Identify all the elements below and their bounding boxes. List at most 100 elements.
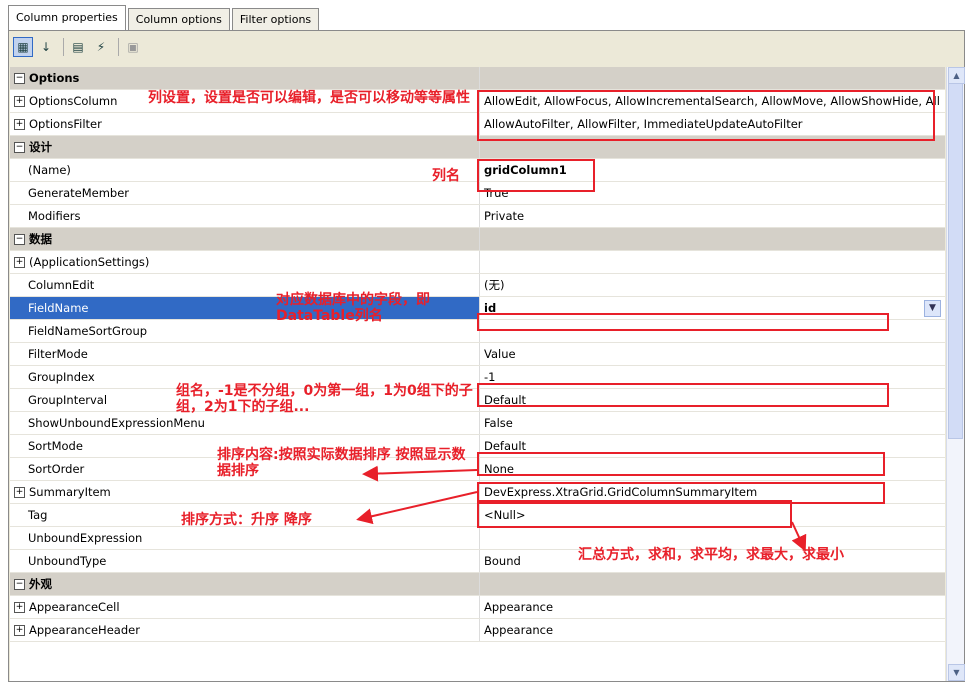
property-value[interactable]: Private <box>481 205 945 227</box>
expand-icon[interactable]: + <box>14 487 25 498</box>
scroll-thumb[interactable] <box>948 83 963 439</box>
expand-icon[interactable]: + <box>14 119 25 130</box>
property-row[interactable]: GenerateMember True <box>10 182 945 205</box>
tab-strip: Column properties Column options Filter … <box>8 5 321 30</box>
property-label: AppearanceHeader <box>29 623 140 637</box>
property-pages-icon[interactable]: ▣ <box>123 37 143 57</box>
expand-icon[interactable]: + <box>14 602 25 613</box>
alphabetical-icon[interactable]: ↓ <box>36 37 56 57</box>
property-row[interactable]: GroupInterval Default <box>10 389 945 412</box>
property-label: Options <box>29 71 80 85</box>
scroll-down-icon[interactable]: ▼ <box>948 664 965 681</box>
property-value[interactable]: id <box>481 297 945 319</box>
category-row[interactable]: − 设计 <box>10 136 945 159</box>
property-value[interactable]: Default <box>481 389 945 411</box>
expand-icon[interactable]: + <box>14 625 25 636</box>
property-value[interactable] <box>481 320 945 342</box>
property-row[interactable]: Tag <Null> <box>10 504 945 527</box>
property-value[interactable]: Default <box>481 435 945 457</box>
property-label: (Name) <box>28 163 71 177</box>
category-row[interactable]: − 外观 <box>10 573 945 596</box>
property-label: SortMode <box>28 439 83 453</box>
property-label: Tag <box>28 508 48 522</box>
property-row[interactable]: + AppearanceHeader Appearance <box>10 619 945 642</box>
property-value[interactable]: <Null> <box>481 504 945 526</box>
property-value[interactable]: Value <box>481 343 945 365</box>
property-label: 数据 <box>29 232 52 246</box>
property-label: UnboundExpression <box>28 531 143 545</box>
property-label: 外观 <box>29 577 52 591</box>
property-name: FilterMode <box>10 343 480 365</box>
dropdown-arrow-icon[interactable]: ▼ <box>924 300 941 317</box>
annotation-field-name: 对应数据库中的字段，即DataTable列名 <box>276 292 430 324</box>
property-value[interactable]: gridColumn1 <box>481 159 945 181</box>
property-value[interactable]: (无) <box>481 274 945 296</box>
property-label: FilterMode <box>28 347 88 361</box>
property-label: ShowUnboundExpressionMenu <box>28 416 205 430</box>
property-value[interactable]: Appearance <box>481 619 945 641</box>
tab-column-options[interactable]: Column options <box>127 8 230 30</box>
property-row[interactable]: + AppearanceCell Appearance <box>10 596 945 619</box>
property-row[interactable]: + SummaryItem DevExpress.XtraGrid.GridColu… <box>10 481 945 504</box>
property-row[interactable]: (Name) gridColumn1 <box>10 159 945 182</box>
property-name: + AppearanceHeader <box>10 619 480 641</box>
property-name: + (ApplicationSettings) <box>10 251 480 273</box>
property-name: GenerateMember <box>10 182 480 204</box>
category-row[interactable]: − Options <box>10 67 945 90</box>
toolbar-separator <box>63 38 64 56</box>
property-label: AppearanceCell <box>29 600 120 614</box>
vertical-scrollbar[interactable]: ▲ ▼ <box>946 67 965 681</box>
property-label: FieldName <box>28 301 89 315</box>
property-name: − 设计 <box>10 136 480 158</box>
annotation-column-name: 列名 <box>432 168 460 184</box>
expand-icon[interactable]: + <box>14 257 25 268</box>
property-value[interactable]: None <box>481 458 945 480</box>
property-name: Modifiers <box>10 205 480 227</box>
property-row[interactable]: + OptionsFilter AllowAutoFilter, AllowFilt… <box>10 113 945 136</box>
property-label: OptionsFilter <box>29 117 102 131</box>
property-label: GroupInterval <box>28 393 108 407</box>
property-row[interactable]: GroupIndex -1 <box>10 366 945 389</box>
property-value[interactable] <box>481 527 945 549</box>
collapse-icon[interactable]: − <box>14 579 25 590</box>
property-label: FieldNameSortGroup <box>28 324 148 338</box>
property-name: + AppearanceCell <box>10 596 480 618</box>
events-icon[interactable]: ⚡ <box>91 37 111 57</box>
collapse-icon[interactable]: − <box>14 234 25 245</box>
property-value[interactable]: AllowAutoFilter, AllowFilter, ImmediateU… <box>481 113 945 135</box>
collapse-icon[interactable]: − <box>14 142 25 153</box>
property-value[interactable]: -1 <box>481 366 945 388</box>
property-toolbar: ▦ ↓ ▤ ⚡ ▣ <box>9 31 964 63</box>
property-row[interactable]: Modifiers Private <box>10 205 945 228</box>
property-name: + OptionsFilter <box>10 113 480 135</box>
property-value[interactable]: Appearance <box>481 596 945 618</box>
property-label: (ApplicationSettings) <box>29 255 150 269</box>
category-row[interactable]: − 数据 <box>10 228 945 251</box>
property-label: GenerateMember <box>28 186 130 200</box>
property-row[interactable]: ShowUnboundExpressionMenu False <box>10 412 945 435</box>
property-name: − 数据 <box>10 228 480 250</box>
property-name: − 外观 <box>10 573 480 595</box>
tab-column-properties[interactable]: Column properties <box>8 5 126 30</box>
property-name: ShowUnboundExpressionMenu <box>10 412 480 434</box>
collapse-icon[interactable]: − <box>14 73 25 84</box>
tab-filter-options[interactable]: Filter options <box>231 8 320 30</box>
scroll-up-icon[interactable]: ▲ <box>948 67 965 84</box>
property-name: (Name) <box>10 159 480 181</box>
property-value[interactable]: False <box>481 412 945 434</box>
annotation-options-column: 列设置，设置是否可以编辑，是否可以移动等等属性 <box>148 90 470 106</box>
property-name: UnboundType <box>10 550 480 572</box>
expand-icon[interactable]: + <box>14 96 25 107</box>
property-row[interactable]: FilterMode Value <box>10 343 945 366</box>
property-value[interactable]: AllowEdit, AllowFocus, AllowIncrementalS… <box>481 90 945 112</box>
properties-icon[interactable]: ▤ <box>68 37 88 57</box>
property-label: 设计 <box>29 140 52 154</box>
property-value[interactable]: True <box>481 182 945 204</box>
categorized-icon[interactable]: ▦ <box>13 37 33 57</box>
property-row[interactable]: + (ApplicationSettings) <box>10 251 945 274</box>
property-name: + SummaryItem <box>10 481 480 503</box>
property-label: OptionsColumn <box>29 94 118 108</box>
property-label: ColumnEdit <box>28 278 95 292</box>
property-value[interactable]: DevExpress.XtraGrid.GridColumnSummaryIte… <box>481 481 945 503</box>
property-value[interactable] <box>481 251 945 273</box>
